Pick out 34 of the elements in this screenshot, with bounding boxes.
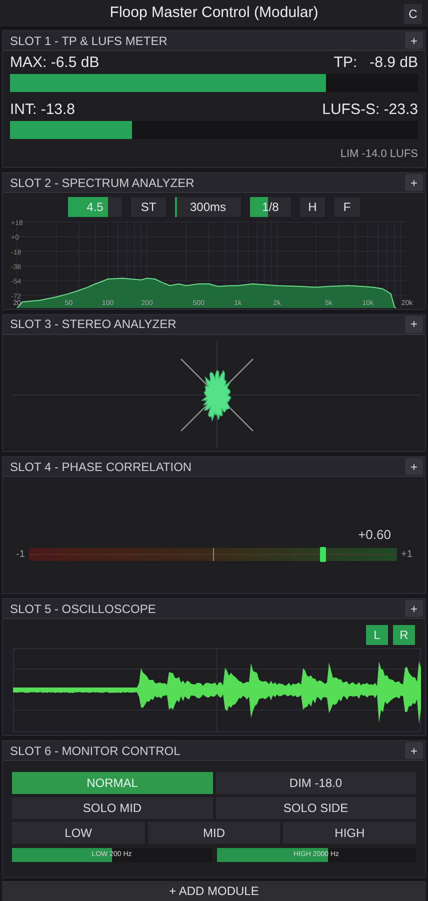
window-title: Floop Master Control (Modular): [110, 3, 318, 24]
meter-label: INT: -13.8: [10, 101, 76, 119]
spectrum-button[interactable]: ST: [131, 197, 166, 217]
add-button[interactable]: +: [405, 458, 423, 475]
meter-reading: TP: -8.9 dB: [334, 54, 418, 72]
add-button[interactable]: +: [405, 742, 423, 759]
monitor-button[interactable]: SOLO MID: [12, 797, 212, 819]
slot-title: SLOT 4 - PHASE CORRELATION: [10, 460, 192, 472]
correlation-reading: +0.60: [358, 526, 391, 544]
meter-reading: LUFS-S: -23.3: [322, 101, 418, 119]
spectrum-button[interactable]: H: [300, 197, 325, 217]
add-button[interactable]: +: [405, 600, 423, 617]
slot-title: SLOT 1 - TP & LUFS METER: [10, 34, 168, 46]
monitor-button[interactable]: DIM -18.0: [216, 772, 416, 794]
monitor-button[interactable]: SOLO SIDE: [216, 797, 416, 819]
add-button[interactable]: +: [405, 316, 423, 333]
slot-title: SLOT 2 - SPECTRUM ANALYZER: [10, 176, 194, 188]
corner-button[interactable]: C: [404, 4, 422, 24]
spectrum-slider[interactable]: 300ms: [175, 197, 241, 217]
meter-label: MAX: -6.5 dB: [10, 54, 100, 72]
slot-title: SLOT 3 - STEREO ANALYZER: [10, 318, 176, 330]
slot-title: SLOT 6 - MONITOR CONTROL: [10, 744, 180, 756]
scale-label: +1: [401, 548, 414, 562]
monitor-button[interactable]: LOW: [12, 822, 145, 844]
goniometer-drawing: [200, 370, 232, 422]
spectrum-button[interactable]: F: [334, 197, 360, 217]
add-button[interactable]: +: [405, 174, 423, 191]
add-button[interactable]: +: [405, 32, 423, 49]
scale-label: -1: [15, 548, 25, 562]
limit-label: LIM -14.0 LUFS: [340, 147, 418, 162]
slot-title: SLOT 5 - OSCILLOSCOPE: [10, 602, 156, 614]
monitor-button[interactable]: MID: [148, 822, 280, 844]
monitor-button[interactable]: HIGH: [283, 822, 416, 844]
add-module-button[interactable]: + ADD MODULE: [2, 881, 426, 901]
